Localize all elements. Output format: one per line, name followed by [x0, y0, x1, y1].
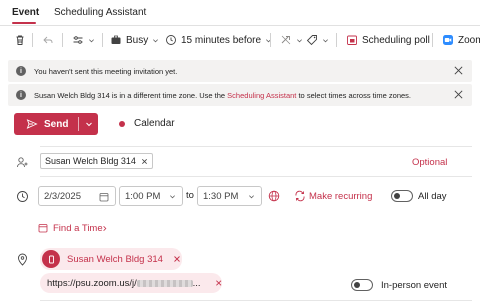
scheduling-poll-icon — [347, 35, 357, 45]
chevron-down-icon — [249, 195, 254, 199]
sliders-icon — [73, 36, 83, 44]
zoom-url-prefix: https://psu.zoom.us/j/ — [47, 277, 137, 289]
separator — [62, 33, 63, 47]
reply-button[interactable] — [42, 31, 54, 49]
chevron-down-icon[interactable] — [85, 120, 93, 128]
close-icon[interactable] — [453, 65, 464, 76]
clock-icon — [17, 191, 28, 202]
scheduling-poll-label: Scheduling poll — [362, 34, 430, 46]
sensitivity-button[interactable] — [280, 31, 303, 49]
room-icon — [42, 250, 60, 268]
zoom-button[interactable]: Zoom — [442, 31, 480, 49]
no-forward-icon — [281, 35, 291, 45]
chevron-down-icon — [153, 38, 159, 42]
start-time-value: 1:00 PM — [125, 190, 161, 202]
calendar-search-icon — [38, 224, 48, 233]
globe-icon[interactable] — [268, 190, 280, 202]
zoom-link-chip[interactable]: https://psu.zoom.us/j/ ... — [40, 273, 222, 293]
chevron-right-icon — [103, 226, 107, 231]
close-icon[interactable] — [453, 89, 464, 100]
divider — [40, 300, 472, 301]
chevron-down-icon — [89, 38, 94, 42]
delete-button[interactable] — [14, 31, 26, 49]
optional-attendees-link[interactable]: Optional — [412, 157, 447, 168]
chevron-down-icon — [170, 195, 175, 199]
toggle-knob — [394, 193, 400, 199]
tab-event[interactable]: Event — [12, 7, 39, 18]
divider — [40, 146, 472, 147]
timezone-suffix: to select times across time zones. — [296, 90, 412, 100]
send-label: Send — [44, 118, 69, 130]
zoom-video-icon — [443, 35, 453, 45]
repeat-icon — [295, 190, 305, 202]
remove-location-icon[interactable] — [173, 255, 181, 263]
timezone-infobar: i Susan Welch Bldg 314 is in a different… — [8, 84, 472, 106]
calendar-selector[interactable]: Calendar — [134, 118, 175, 129]
reminder-dropdown[interactable]: 15 minutes before — [165, 31, 272, 49]
busy-label: Busy — [126, 34, 149, 46]
calendar-color-dot — [119, 121, 125, 127]
active-tab-indicator — [12, 22, 36, 24]
end-time-field[interactable]: 1:30 PM — [197, 186, 262, 206]
show-as-dropdown[interactable]: Busy — [110, 31, 159, 49]
options-button[interactable] — [72, 31, 95, 49]
chevron-down-icon — [323, 38, 328, 42]
start-date-value: 2/3/2025 — [44, 190, 81, 202]
send-button[interactable]: Send — [14, 113, 98, 135]
remove-link-icon[interactable] — [215, 279, 222, 287]
not-sent-infobar: i You haven't sent this meeting invitati… — [8, 60, 472, 82]
people-add-icon — [17, 157, 28, 168]
scheduling-poll-button[interactable]: Scheduling poll — [346, 31, 430, 49]
timezone-prefix: Susan Welch Bldg 314 is in a different t… — [34, 90, 228, 100]
attendee-name: Susan Welch Bldg 314 — [45, 156, 136, 166]
attendee-chip[interactable]: Susan Welch Bldg 314 — [40, 153, 153, 169]
chevron-down-icon — [266, 38, 272, 42]
toggle-knob — [354, 282, 360, 288]
all-day-label: All day — [418, 191, 447, 202]
tab-scheduling-assistant[interactable]: Scheduling Assistant — [54, 7, 146, 18]
reply-arrow-icon — [43, 36, 53, 44]
clock-icon — [166, 35, 176, 45]
room-name: Susan Welch Bldg 314 — [67, 253, 163, 265]
zoom-label: Zoom — [458, 34, 480, 46]
not-sent-message: You haven't sent this meeting invitation… — [34, 66, 178, 76]
start-time-field[interactable]: 1:00 PM — [119, 186, 183, 206]
separator — [270, 33, 271, 47]
find-a-time-link[interactable]: Find a Time — [53, 223, 103, 234]
scheduling-assistant-link[interactable]: Scheduling Assistant — [227, 91, 296, 100]
separator — [432, 33, 433, 47]
categorize-button[interactable] — [306, 31, 329, 49]
info-icon: i — [16, 66, 26, 76]
in-person-label: In-person event — [381, 280, 448, 291]
start-date-field[interactable]: 2/3/2025 — [38, 186, 116, 206]
trash-icon — [16, 35, 24, 45]
end-time-value: 1:30 PM — [203, 190, 239, 202]
all-day-toggle[interactable] — [391, 190, 413, 202]
calendar-icon[interactable] — [99, 192, 109, 202]
tag-icon — [306, 35, 317, 46]
to-label: to — [186, 190, 194, 201]
room-location-chip[interactable]: Susan Welch Bldg 314 — [40, 248, 182, 270]
send-split-divider — [78, 117, 79, 131]
send-icon — [26, 119, 38, 129]
toolbar: Busy 15 minutes before Scheduling poll Z… — [0, 27, 480, 53]
timezone-message: Susan Welch Bldg 314 is in a different t… — [34, 91, 411, 100]
separator — [32, 33, 33, 47]
chevron-down-icon — [297, 38, 302, 42]
make-recurring-button[interactable]: Make recurring — [309, 191, 372, 202]
separator — [336, 33, 337, 47]
tab-bar: Event Scheduling Assistant — [0, 0, 480, 26]
info-icon: i — [16, 90, 26, 100]
separator — [102, 33, 103, 47]
reminder-label: 15 minutes before — [181, 34, 262, 46]
in-person-toggle[interactable] — [351, 279, 373, 291]
briefcase-icon — [111, 35, 121, 44]
divider — [40, 176, 472, 177]
zoom-url-suffix: ... — [192, 277, 201, 289]
remove-attendee-icon[interactable] — [141, 158, 148, 165]
location-pin-icon — [18, 253, 27, 266]
redacted-meeting-id — [136, 279, 193, 287]
